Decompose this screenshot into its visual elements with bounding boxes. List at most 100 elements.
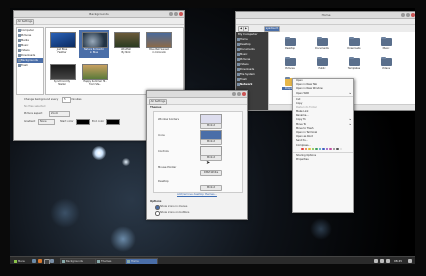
color-swatch[interactable] xyxy=(325,147,328,151)
folder-icon xyxy=(236,48,240,51)
all-settings-button[interactable]: All Settings xyxy=(149,98,167,105)
folder-label[interactable]: Music xyxy=(378,47,394,50)
all-settings-button[interactable]: All Settings xyxy=(16,18,34,25)
thumbnail-caption: Synchronicity Stellar xyxy=(53,80,71,86)
folder-label[interactable]: Public xyxy=(314,67,330,70)
thumbnail-caption: Nature Romantic in Blue xyxy=(83,48,105,54)
desktop: Backgrounds All Settings Computer Pictur… xyxy=(10,8,415,264)
color-swatch[interactable] xyxy=(304,147,307,151)
menu-item-open-with[interactable]: Open With ▸ xyxy=(293,92,353,96)
option-label: Show icons on buttons xyxy=(160,211,190,214)
folder-icon[interactable] xyxy=(317,36,328,46)
minimize-icon[interactable] xyxy=(401,13,405,17)
picture-aspect-select[interactable]: Zoom xyxy=(49,111,70,117)
themes-panel: Window borders Mint-X Icons Mint-X Contr… xyxy=(153,111,243,193)
theme-select-button[interactable]: DMZ-White xyxy=(200,170,222,176)
folder-icon xyxy=(17,39,21,42)
folder-label[interactable]: Desktop xyxy=(282,47,298,50)
folder-label[interactable]: Templates xyxy=(346,67,362,70)
close-icon[interactable] xyxy=(411,13,415,17)
color-swatch[interactable] xyxy=(318,147,321,151)
add-remove-themes-link[interactable]: Add/remove desktop themes... xyxy=(177,193,217,196)
wallpaper-thumbnail[interactable] xyxy=(82,64,108,80)
theme-select-button[interactable]: Mint-X xyxy=(200,185,222,191)
thumbnail-grid: Just Blue Feather Nature Romantic in Blu… xyxy=(45,27,184,95)
close-icon[interactable] xyxy=(179,12,183,16)
sidebar-item-network[interactable]: Network xyxy=(236,82,268,87)
wallpaper-thumbnail-selected[interactable] xyxy=(82,32,108,48)
theme-select-button[interactable]: Mint-X xyxy=(200,123,222,129)
folder-icon[interactable] xyxy=(285,36,296,46)
files-icon[interactable] xyxy=(50,259,54,263)
folder-icon xyxy=(17,54,21,57)
sidebar-item[interactable]: Trash xyxy=(17,63,43,68)
color-swatch[interactable] xyxy=(322,147,325,151)
folder-sidebar: Computer Pictures Media Music Videos Dow… xyxy=(16,27,44,95)
folder-icon[interactable] xyxy=(317,56,328,66)
section-options-heading: Options xyxy=(150,200,162,203)
show-icons-buttons-checkbox[interactable] xyxy=(155,211,160,216)
maximize-icon[interactable] xyxy=(237,92,241,96)
color-swatch[interactable] xyxy=(329,147,332,151)
color-swatch[interactable] xyxy=(339,147,342,151)
menu-item-properties[interactable]: Properties xyxy=(293,158,353,162)
start-color-button[interactable] xyxy=(76,119,90,125)
folder-label[interactable]: Pictures xyxy=(282,67,298,70)
titlebar[interactable]: Backgrounds xyxy=(14,11,184,18)
battery-icon[interactable] xyxy=(386,259,390,263)
wallpaper-thumbnail[interactable] xyxy=(50,64,76,80)
color-swatch[interactable] xyxy=(315,147,318,151)
wallpaper-thumbnail[interactable] xyxy=(146,32,172,48)
trash-icon xyxy=(236,78,240,81)
end-color-button[interactable] xyxy=(106,119,120,125)
folder-icon[interactable] xyxy=(381,56,392,66)
folder-icon xyxy=(17,44,21,47)
user-icon[interactable] xyxy=(408,259,412,263)
color-swatch[interactable] xyxy=(332,147,335,151)
folder-icon[interactable] xyxy=(381,36,392,46)
theme-row-label: Controls xyxy=(158,150,169,153)
theme-select-button[interactable]: Mint-X xyxy=(200,139,222,145)
wallpaper-bokeh xyxy=(50,198,80,228)
wallpaper-thumbnail[interactable] xyxy=(114,32,140,48)
color-swatch-row xyxy=(293,147,353,152)
change-interval-input[interactable]: 5 xyxy=(62,97,71,103)
color-swatch[interactable] xyxy=(311,147,314,151)
context-menu: Open Open in New Tab Open in New Window … xyxy=(292,78,354,213)
color-swatch[interactable] xyxy=(308,147,311,151)
titlebar[interactable]: Home xyxy=(236,12,415,19)
color-swatch[interactable] xyxy=(336,147,339,151)
folder-icon[interactable] xyxy=(349,56,360,66)
volume-icon[interactable] xyxy=(380,259,384,263)
minimize-icon[interactable] xyxy=(169,12,173,16)
gradient-select[interactable]: None xyxy=(38,119,55,125)
taskbar-task-active[interactable]: Home xyxy=(125,258,158,264)
wallpaper-thumbnail[interactable] xyxy=(50,32,76,48)
folder-icon xyxy=(17,29,21,32)
taskbar-task[interactable]: Themes xyxy=(95,258,128,264)
maximize-icon[interactable] xyxy=(174,12,178,16)
folder-icon xyxy=(236,58,240,61)
firefox-icon[interactable] xyxy=(38,259,42,263)
close-icon[interactable] xyxy=(242,92,246,96)
wallpaper-bokeh xyxy=(310,218,332,240)
change-unit-label: minutes xyxy=(71,98,82,101)
color-swatch[interactable] xyxy=(301,147,304,151)
folder-icon xyxy=(17,34,21,37)
minimize-icon[interactable] xyxy=(232,92,236,96)
network-icon[interactable] xyxy=(374,259,378,263)
taskbar-task[interactable]: Backgrounds xyxy=(60,258,99,264)
folder-icon[interactable] xyxy=(285,56,296,66)
show-icons-menus-checkbox[interactable] xyxy=(155,205,160,210)
clock[interactable]: 08:45 xyxy=(394,259,402,263)
show-desktop-icon[interactable] xyxy=(32,259,36,263)
maximize-icon[interactable] xyxy=(406,13,410,17)
folder-label[interactable]: Videos xyxy=(378,67,394,70)
menu-button[interactable]: Menu xyxy=(12,258,31,264)
titlebar[interactable] xyxy=(147,91,247,98)
folder-icon[interactable] xyxy=(349,36,360,46)
theme-select-button[interactable]: Mint-X xyxy=(200,155,222,161)
folder-label[interactable]: Documents xyxy=(314,47,330,50)
start-color-label: Start color xyxy=(60,120,74,123)
folder-label[interactable]: Downloads xyxy=(346,47,362,50)
